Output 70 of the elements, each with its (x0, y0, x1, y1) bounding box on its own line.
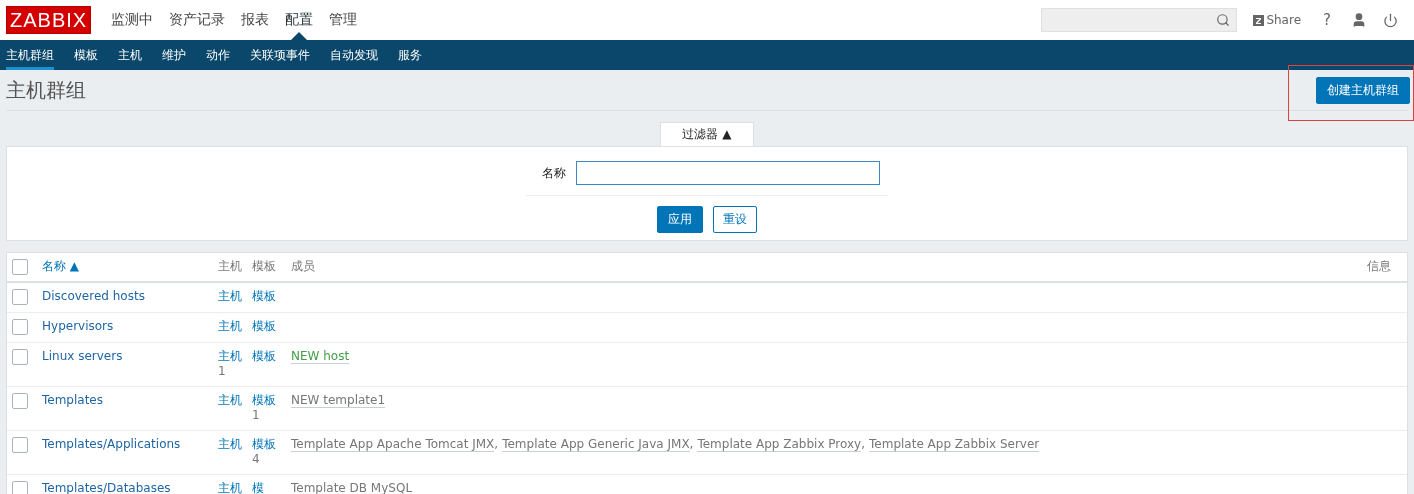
hosts-link[interactable]: 主机 (218, 393, 242, 407)
member-link[interactable]: Template App Generic Java JMX (502, 437, 690, 452)
row-checkbox[interactable] (12, 289, 28, 305)
row-checkbox[interactable] (12, 481, 28, 494)
row-checkbox[interactable] (12, 393, 28, 409)
user-icon[interactable] (1351, 12, 1367, 28)
group-name-link[interactable]: Linux servers (42, 349, 123, 363)
z-logo-icon (1253, 14, 1265, 26)
sub-menu-item[interactable]: 主机 (118, 40, 142, 70)
templates-count: 4 (252, 452, 260, 466)
column-header[interactable]: 名称 ▲ (42, 259, 80, 273)
sub-menu-item[interactable]: 主机群组 (6, 40, 54, 70)
name-input[interactable] (576, 161, 880, 185)
apply-button[interactable]: 应用 (657, 206, 703, 233)
main-menu-item[interactable]: 报表 (233, 0, 278, 40)
hosts-link[interactable]: 主机 (218, 349, 242, 363)
sub-menu-item[interactable]: 服务 (398, 40, 422, 70)
help-link[interactable]: ? (1323, 11, 1331, 29)
row-checkbox[interactable] (12, 319, 28, 335)
member-link[interactable]: Template DB MySQL (291, 481, 413, 494)
search-field[interactable] (1041, 8, 1238, 32)
hosts-link[interactable]: 主机 (218, 319, 242, 333)
sub-menu-item[interactable]: 关联项事件 (250, 40, 310, 70)
group-name-link[interactable]: Templates/Applications (42, 437, 181, 451)
templates-link[interactable]: 模板 (252, 289, 276, 303)
main-menu-item[interactable]: 监测中 (103, 0, 162, 40)
templates-count: 1 (252, 408, 260, 422)
member-link[interactable]: Template App Zabbix Server (869, 437, 1040, 452)
create-host-group-button[interactable]: 创建主机群组 (1316, 76, 1410, 104)
templates-link[interactable]: 模板 (252, 349, 276, 363)
member-link[interactable]: NEW host (291, 349, 350, 364)
templates-link[interactable]: 模板 (252, 437, 276, 451)
group-name-link[interactable]: Templates/Databases (42, 481, 171, 494)
separator-comma: , (494, 437, 499, 451)
select-all-checkbox[interactable] (12, 259, 28, 275)
separator-comma: , (861, 437, 866, 451)
group-name-link[interactable]: Templates (42, 393, 103, 407)
column-header: 模板 (252, 259, 276, 273)
group-name-link[interactable]: Hypervisors (42, 319, 114, 333)
member-link[interactable]: NEW template1 (291, 393, 386, 408)
hosts-count: 1 (218, 364, 226, 378)
templates-link[interactable]: 模 (252, 481, 264, 494)
column-header: 信息 (1367, 259, 1391, 273)
sub-menu-item[interactable]: 自动发现 (330, 40, 378, 70)
group-name-link[interactable]: Discovered hosts (42, 289, 145, 303)
field-label: 名称 (542, 164, 566, 182)
zabbix-logo[interactable]: ZABBIX (6, 6, 92, 34)
filter-tab[interactable]: 过滤器 ▲ (660, 122, 754, 146)
search-icon (1216, 13, 1231, 27)
hosts-link[interactable]: 主机 (218, 289, 242, 303)
share-link[interactable]: Share (1253, 13, 1302, 27)
member-link[interactable]: Template App Zabbix Proxy (697, 437, 862, 452)
main-menu-item[interactable]: 配置 (277, 0, 322, 40)
hosts-link[interactable]: 主机 (218, 437, 242, 451)
sub-menu-item[interactable]: 维护 (162, 40, 186, 70)
row-checkbox[interactable] (12, 349, 28, 365)
templates-link[interactable]: 模板 (252, 393, 276, 407)
column-header: 成员 (291, 259, 315, 273)
column-header: 主机 (218, 259, 242, 273)
templates-link[interactable]: 模板 (252, 319, 276, 333)
sub-menu-item[interactable]: 模板 (74, 40, 98, 70)
reset-button[interactable]: 重设 (713, 206, 757, 233)
main-menu-item[interactable]: 管理 (321, 0, 366, 40)
power-icon[interactable] (1383, 12, 1398, 28)
row-checkbox[interactable] (12, 437, 28, 453)
page-title: 主机群组 (6, 76, 86, 104)
main-menu-item[interactable]: 资产记录 (161, 0, 234, 40)
hosts-link[interactable]: 主机 (218, 481, 242, 494)
sub-menu-item[interactable]: 动作 (206, 40, 230, 70)
separator-comma: , (689, 437, 694, 451)
